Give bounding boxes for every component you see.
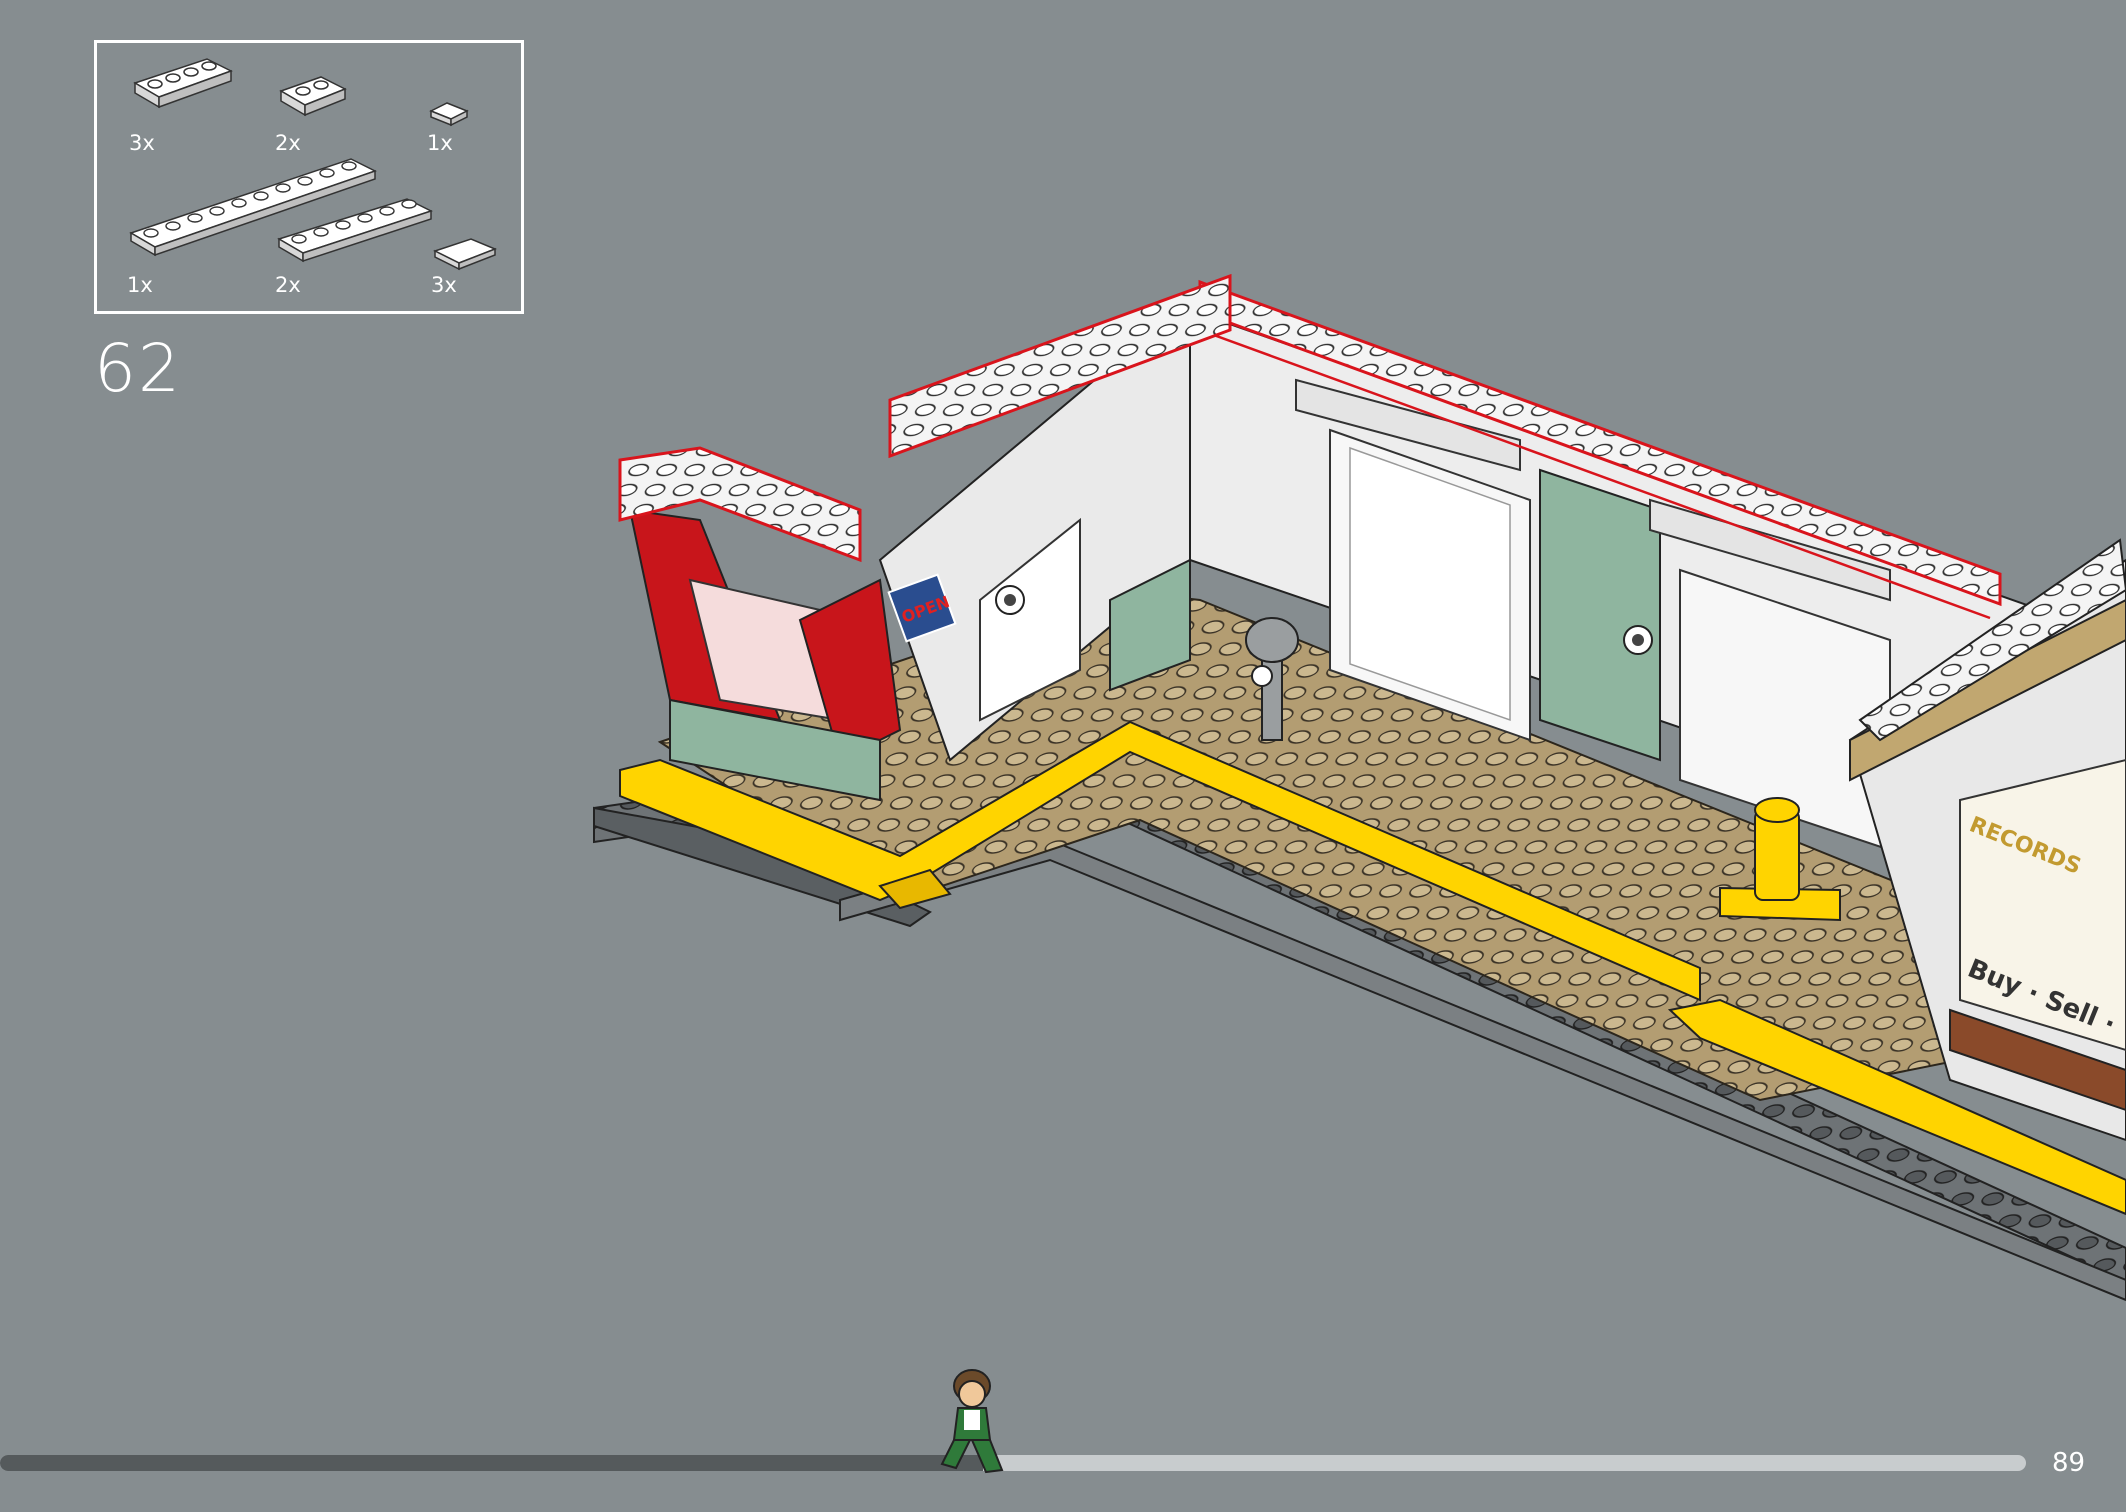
page-number: 89 [2052, 1448, 2086, 1478]
progress-bar-fill [0, 1455, 983, 1471]
progress-bar [0, 1455, 2026, 1471]
build-illustration: OPEN Buy · Sell · Trade RECORDS [593, 273, 2126, 1302]
running-minifig-icon [940, 1369, 1004, 1474]
